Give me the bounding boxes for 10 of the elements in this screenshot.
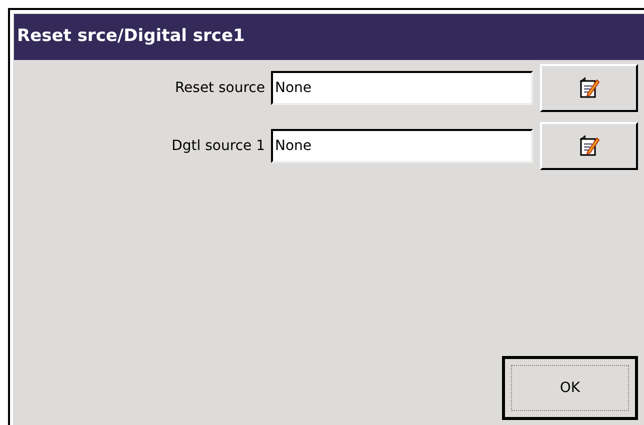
window-title: Reset srce/Digital srce1 bbox=[14, 14, 644, 60]
edit-button[interactable] bbox=[540, 122, 638, 170]
field-label: Dgtl source 1 bbox=[172, 138, 265, 154]
field-label: Reset source bbox=[174, 80, 265, 96]
ok-button[interactable]: OK bbox=[502, 356, 638, 420]
input-field[interactable]: None bbox=[271, 71, 533, 105]
edit-button[interactable] bbox=[540, 64, 638, 112]
input-field[interactable]: None bbox=[271, 129, 533, 163]
edit-document-icon bbox=[577, 76, 601, 100]
edit-document-icon bbox=[577, 134, 601, 158]
